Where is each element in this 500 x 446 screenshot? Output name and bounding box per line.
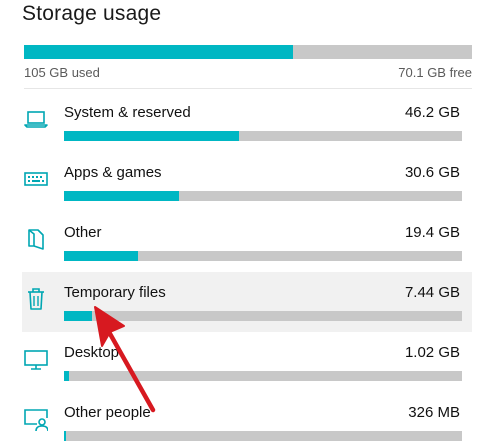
overall-usage-bar (24, 45, 472, 59)
storage-category-list: System & reserved 46.2 GB Apps & games 3… (22, 92, 472, 446)
laptop-icon (24, 106, 48, 132)
category-usage-fill (64, 431, 67, 441)
category-usage-fill (64, 191, 180, 201)
category-usage-bar (64, 131, 462, 141)
user-monitor-icon (24, 406, 48, 432)
category-size: 30.6 GB (404, 164, 460, 181)
category-name: System & reserved (64, 104, 191, 121)
monitor-icon (24, 346, 48, 372)
category-size: 1.02 GB (404, 344, 460, 361)
category-name: Desktop (64, 344, 120, 361)
category-usage-bar (64, 251, 462, 261)
category-size: 326 MB (408, 404, 460, 421)
category-name: Other (64, 224, 102, 241)
overall-usage-fill (24, 45, 293, 59)
category-name: Temporary files (64, 284, 166, 301)
category-usage-fill (64, 131, 240, 141)
used-space-label: 105 GB used (24, 65, 100, 80)
divider (24, 88, 472, 89)
category-row-apps-games[interactable]: Apps & games 30.6 GB (22, 152, 472, 212)
category-row-other[interactable]: Other 19.4 GB (22, 212, 472, 272)
category-usage-bar (64, 311, 462, 321)
category-size: 7.44 GB (404, 284, 460, 301)
category-row-desktop[interactable]: Desktop 1.02 GB (22, 332, 472, 392)
category-row-other-people[interactable]: Other people 326 MB (22, 392, 472, 446)
page-title: Storage usage (22, 2, 162, 25)
category-usage-bar (64, 431, 462, 441)
category-usage-bar (64, 371, 462, 381)
document-icon (24, 226, 48, 252)
category-usage-fill (64, 251, 138, 261)
trash-icon (24, 286, 48, 312)
category-usage-fill (64, 311, 92, 321)
category-size: 46.2 GB (404, 104, 460, 121)
category-name: Apps & games (64, 164, 162, 181)
category-usage-fill (64, 371, 69, 381)
category-row-temporary-files[interactable]: Temporary files 7.44 GB (22, 272, 472, 332)
category-usage-bar (64, 191, 462, 201)
category-row-system-reserved[interactable]: System & reserved 46.2 GB (22, 92, 472, 152)
keyboard-icon (24, 166, 48, 192)
free-space-label: 70.1 GB free (398, 65, 472, 80)
category-size: 19.4 GB (404, 224, 460, 241)
category-name: Other people (64, 404, 151, 421)
storage-usage-page: Storage usage 105 GB used 70.1 GB free S… (0, 0, 500, 446)
